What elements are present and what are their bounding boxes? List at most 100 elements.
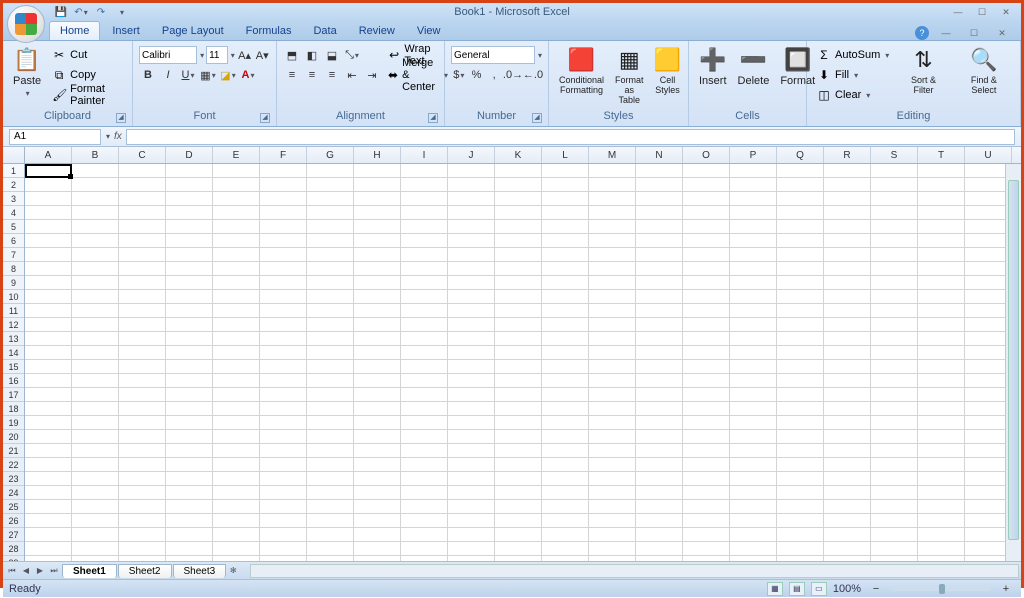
orientation-icon[interactable]: ⤡▾ [343,46,361,64]
cell[interactable] [119,542,166,556]
cell[interactable] [777,360,824,374]
cell[interactable] [213,402,260,416]
cell[interactable] [730,290,777,304]
font-launcher-icon[interactable]: ◢ [260,113,270,123]
cell[interactable] [730,318,777,332]
cell[interactable] [354,430,401,444]
column-header[interactable]: U [965,147,1012,163]
cell[interactable] [683,472,730,486]
cell[interactable] [871,220,918,234]
cell[interactable] [824,262,871,276]
cell[interactable] [683,318,730,332]
cell[interactable] [589,416,636,430]
cell[interactable] [918,332,965,346]
cell[interactable] [72,290,119,304]
cell[interactable] [871,192,918,206]
cell[interactable] [542,318,589,332]
cell[interactable] [683,206,730,220]
cell[interactable] [542,220,589,234]
cell[interactable] [119,430,166,444]
view-pagebreak-icon[interactable]: ▭ [811,582,827,596]
cell[interactable] [918,248,965,262]
cell[interactable] [918,514,965,528]
cell[interactable] [25,164,72,178]
cell[interactable] [730,346,777,360]
cell[interactable] [401,444,448,458]
cell[interactable] [683,234,730,248]
cell[interactable] [542,206,589,220]
cell[interactable] [166,388,213,402]
cell[interactable] [25,430,72,444]
cell[interactable] [354,178,401,192]
indent-increase-icon[interactable]: ⇥ [363,66,381,84]
cell[interactable] [401,304,448,318]
cell[interactable] [307,388,354,402]
cell[interactable] [260,360,307,374]
percent-icon[interactable]: % [469,66,485,84]
cell[interactable] [589,556,636,561]
cell[interactable] [401,472,448,486]
cell[interactable] [777,346,824,360]
cell[interactable] [166,234,213,248]
cell[interactable] [401,388,448,402]
cell[interactable] [683,430,730,444]
zoom-level[interactable]: 100% [833,583,861,595]
cell[interactable] [495,416,542,430]
cell[interactable] [166,402,213,416]
row-header[interactable]: 8 [3,262,24,276]
cell[interactable] [871,248,918,262]
cell[interactable] [119,304,166,318]
cell[interactable] [871,346,918,360]
cell[interactable] [72,234,119,248]
cell[interactable] [213,290,260,304]
number-launcher-icon[interactable]: ◢ [532,113,542,123]
cell[interactable] [683,416,730,430]
cell[interactable] [166,192,213,206]
cell[interactable] [307,458,354,472]
cell[interactable] [495,318,542,332]
cell[interactable] [589,304,636,318]
cell[interactable] [119,192,166,206]
cell[interactable] [542,360,589,374]
cell[interactable] [918,430,965,444]
cell[interactable] [824,290,871,304]
cell[interactable] [260,402,307,416]
cell[interactable] [824,164,871,178]
cell[interactable] [213,430,260,444]
cell[interactable] [589,514,636,528]
cell[interactable] [730,458,777,472]
cell[interactable] [777,528,824,542]
cell[interactable] [166,416,213,430]
cell[interactable] [25,290,72,304]
cell[interactable] [777,542,824,556]
cell[interactable] [495,332,542,346]
cell[interactable] [401,318,448,332]
cell[interactable] [871,206,918,220]
cell[interactable] [777,234,824,248]
cell[interactable] [636,248,683,262]
cell[interactable] [824,500,871,514]
cell[interactable] [72,416,119,430]
undo-icon[interactable]: ↶▾ [73,4,89,20]
cell[interactable] [401,192,448,206]
cell[interactable] [448,262,495,276]
cell[interactable] [683,528,730,542]
cell[interactable] [260,458,307,472]
cell[interactable] [25,332,72,346]
column-header[interactable]: K [495,147,542,163]
clipboard-launcher-icon[interactable]: ◢ [116,113,126,123]
cell[interactable] [260,276,307,290]
cell[interactable] [25,444,72,458]
cell[interactable] [589,164,636,178]
cell[interactable] [824,220,871,234]
zoom-slider[interactable] [891,587,991,591]
row-header[interactable]: 3 [3,192,24,206]
column-header[interactable]: S [871,147,918,163]
cell[interactable] [871,234,918,248]
cell[interactable] [119,514,166,528]
cell[interactable] [495,262,542,276]
cell[interactable] [307,360,354,374]
cell[interactable] [354,206,401,220]
cell[interactable] [683,542,730,556]
cell[interactable] [730,374,777,388]
